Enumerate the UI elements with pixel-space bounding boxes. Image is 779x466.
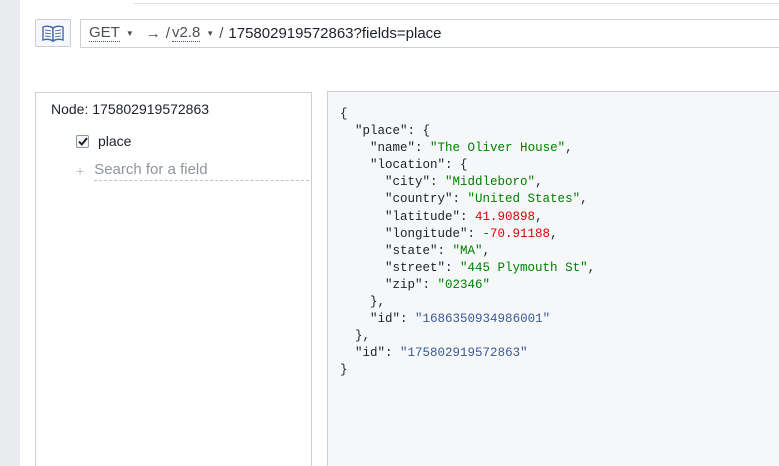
json-key: "street" [385,260,446,275]
node-label: Node: [51,101,89,117]
version-select[interactable]: v2.8 ▼ [171,24,215,42]
json-key: "state" [385,243,438,258]
path-separator: / [165,25,170,42]
json-id-link[interactable]: "1686350934986001" [415,312,550,326]
arrow-icon: → [145,25,161,42]
field-row-place: place [76,133,131,149]
json-string-value: "445 Plymouth St" [460,260,588,275]
path-separator: / [219,25,224,42]
request-url-bar: GET ▼ → / v2.8 ▼ / [80,19,779,48]
top-strip [134,0,779,4]
json-string-value: "Middleboro" [445,175,536,190]
add-field-row: + [76,161,310,181]
json-key: "id" [355,346,386,361]
json-open-brace: { [340,107,348,121]
json-punct: : { [407,124,431,139]
plus-icon[interactable]: + [76,163,84,179]
json-string-value: "02346" [437,277,491,292]
field-search-input[interactable] [94,161,310,181]
field-panel: Node: 175802919572863 place + [35,92,312,466]
field-checkbox-place[interactable] [76,134,89,148]
method-select[interactable]: GET ▼ [89,25,134,42]
node-line: Node: 175802919572863 [51,101,209,117]
response-panel: { "place": { "name": "The Oliver House",… [327,91,779,466]
version-label: v2.8 [171,24,201,42]
method-dropdown-icon: ▼ [125,29,134,38]
json-punct: }, [355,329,371,344]
method-label: GET [89,24,120,42]
json-key: "name" [370,141,416,156]
json-key: "location" [370,158,446,173]
version-dropdown-icon: ▼ [206,29,215,38]
json-key: "place" [355,124,408,139]
book-icon [42,25,64,42]
json-key: "country" [385,192,453,207]
json-response: { "place": { "name": "The Oliver House",… [340,107,596,378]
json-punct: }, [370,295,386,310]
json-key: "longitude" [385,226,468,241]
json-string-value: "United States" [467,192,581,207]
json-key: "latitude" [385,209,461,224]
docs-button[interactable] [35,19,71,47]
json-key: "city" [385,175,431,190]
checkmark-icon [77,137,88,146]
path-input[interactable] [228,25,709,42]
json-string-value: "MA" [452,243,483,258]
json-key: "zip" [385,277,423,292]
json-punct: : { [445,158,468,173]
field-label-place: place [98,133,132,149]
json-id-link[interactable]: "175802919572863" [400,346,528,360]
node-id: 175802919572863 [92,101,210,117]
json-number-value: 41.90898 [475,209,536,224]
json-key: "id" [370,312,401,327]
json-string-value: "The Oliver House" [430,141,566,156]
json-close-brace: } [340,363,348,378]
graph-explorer-page: GET ▼ → / v2.8 ▼ / Node: 175802919572863… [0,0,779,466]
json-number-value: -70.91188 [482,226,551,241]
left-gutter [0,0,20,466]
